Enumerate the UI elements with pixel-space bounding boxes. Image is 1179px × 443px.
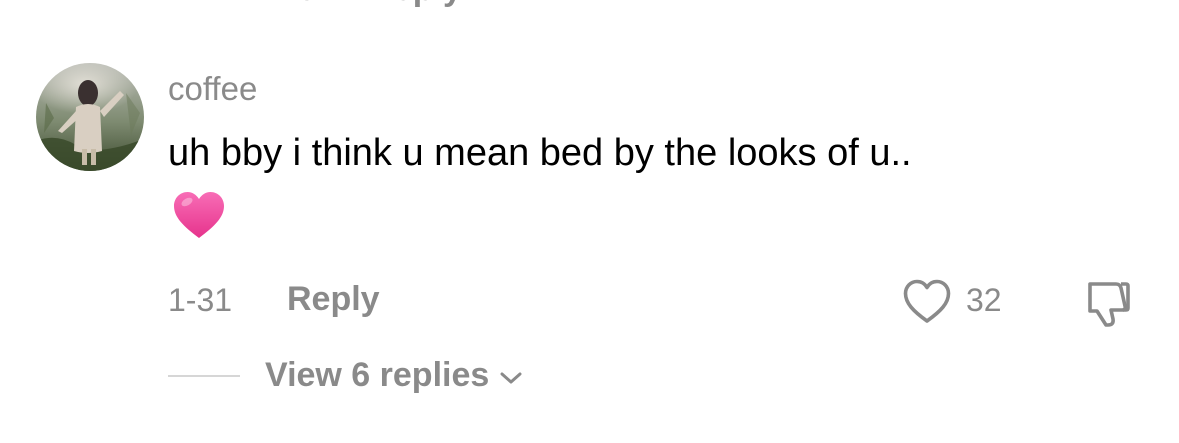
view-replies-label: View 6 replies	[265, 356, 490, 394]
comment-username[interactable]: coffee	[168, 70, 257, 108]
avatar[interactable]	[36, 63, 144, 171]
avatar-image	[36, 63, 144, 171]
thumbs-down-icon[interactable]	[1082, 278, 1134, 330]
comment-date: 1-31	[168, 282, 233, 318]
chevron-down-icon	[500, 372, 522, 383]
reply-button[interactable]: Reply	[287, 280, 380, 319]
replies-divider	[168, 375, 240, 377]
pink-heart-emoji	[171, 188, 227, 244]
comment-text: uh bby i think u mean bed by the looks o…	[168, 132, 912, 174]
like-count: 32	[966, 282, 1002, 318]
view-previous-replies-button[interactable]: View 1 reply	[266, 0, 462, 9]
heart-outline-icon[interactable]	[902, 278, 952, 326]
view-replies-button[interactable]: View 6 replies	[265, 356, 523, 395]
